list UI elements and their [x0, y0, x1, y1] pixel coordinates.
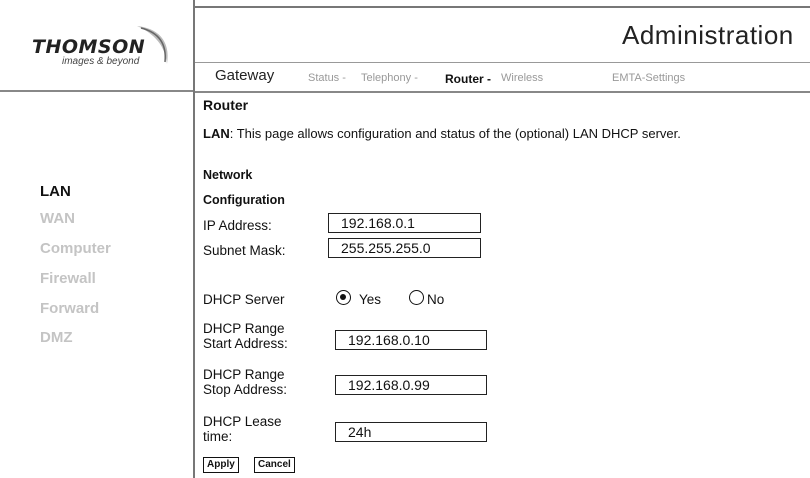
tab-telephony[interactable]: Telephony -: [361, 72, 418, 84]
sidebar-item-firewall[interactable]: Firewall: [40, 270, 96, 287]
dhcp-stop-label-line2: Stop Address:: [203, 382, 288, 397]
dhcp-start-label-line2: Start Address:: [203, 336, 288, 351]
desc-text: : This page allows configuration and sta…: [229, 126, 681, 141]
dhcp-server-label: DHCP Server: [203, 292, 285, 307]
brand-tagline: images & beyond: [62, 56, 140, 67]
tab-router-label: Router -: [445, 72, 491, 86]
dhcp-no-label: No: [427, 292, 445, 307]
page-title: Administration: [622, 20, 794, 50]
desc-bold: LAN: [203, 126, 230, 141]
subnet-mask-field[interactable]: 255.255.255.0: [328, 238, 481, 258]
tab-emta-settings[interactable]: EMTA-Settings: [612, 72, 685, 84]
dhcp-yes-label: Yes: [359, 292, 382, 307]
header-top-border: [195, 6, 810, 8]
brand-logo: THOMSON: [32, 36, 146, 58]
tab-router[interactable]: Router -: [445, 72, 491, 86]
section-heading: Router: [203, 97, 249, 113]
logo-area: THOMSON images & beyond: [0, 0, 193, 92]
dhcp-lease-label-line1: DHCP Lease: [203, 414, 282, 429]
radio-selected-dot: [340, 294, 346, 300]
apply-button[interactable]: Apply: [203, 457, 239, 473]
sidebar-item-computer[interactable]: Computer: [40, 240, 111, 257]
ip-address-field[interactable]: 192.168.0.1: [328, 213, 481, 233]
network-heading: Network: [203, 168, 253, 182]
dhcp-yes-radio[interactable]: [336, 290, 351, 305]
dhcp-start-address-field[interactable]: 192.168.0.10: [335, 330, 487, 350]
tab-status[interactable]: Status -: [308, 72, 346, 84]
ip-address-label: IP Address:: [203, 218, 272, 233]
dhcp-stop-address-field[interactable]: 192.168.0.99: [335, 375, 487, 395]
dhcp-lease-time-field[interactable]: 24h: [335, 422, 487, 442]
page-description: LAN: This page allows configuration and …: [203, 126, 681, 141]
dhcp-start-label-line1: DHCP Range: [203, 321, 285, 336]
sidebar-item-forward[interactable]: Forward: [40, 300, 99, 317]
sidebar-item-lan[interactable]: LAN: [40, 183, 71, 200]
sidebar-item-wan[interactable]: WAN: [40, 210, 75, 227]
cancel-button[interactable]: Cancel: [254, 457, 295, 473]
dhcp-stop-label-line1: DHCP Range: [203, 367, 285, 382]
subnet-mask-label: Subnet Mask:: [203, 243, 286, 258]
sidebar-item-dmz[interactable]: DMZ: [40, 329, 73, 346]
tab-bar: Gateway Status - Telephony - Router - Wi…: [195, 62, 810, 93]
tab-wireless[interactable]: Wireless: [501, 72, 543, 84]
tab-gateway[interactable]: Gateway: [215, 67, 274, 84]
dhcp-no-radio[interactable]: [409, 290, 424, 305]
dhcp-lease-label-line2: time:: [203, 429, 233, 444]
configuration-heading: Configuration: [203, 193, 285, 207]
